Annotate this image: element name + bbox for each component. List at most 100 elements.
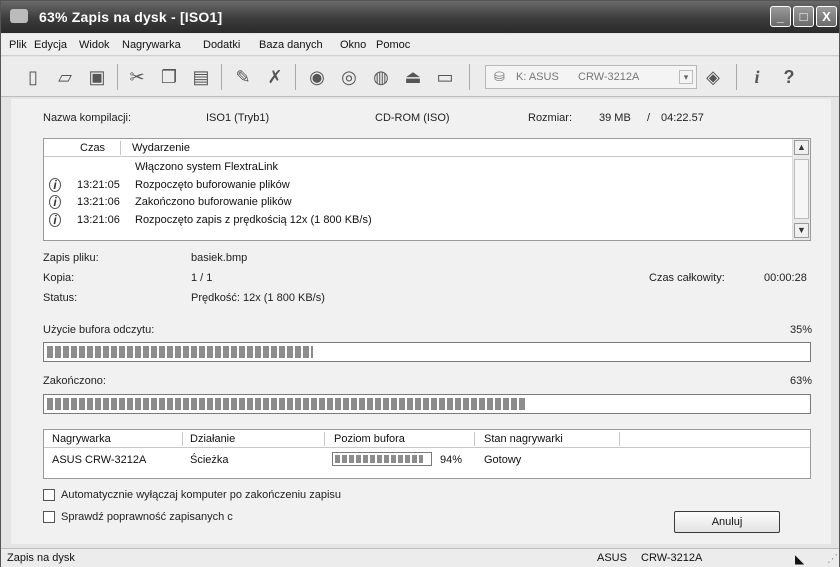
col-event[interactable]: Wydarzenie xyxy=(132,142,190,154)
menu-plik[interactable]: Plik xyxy=(9,39,27,51)
menu-dodatki[interactable]: Dodatki xyxy=(203,39,240,51)
buffer-label: Użycie bufora odczytu: xyxy=(43,324,155,336)
menu-baza-danych[interactable]: Baza danych xyxy=(259,39,323,51)
drive-tool-icon[interactable]: ◈ xyxy=(701,66,725,88)
column-divider xyxy=(120,141,121,155)
scroll-up-icon[interactable]: ▲ xyxy=(794,140,809,155)
open-folder-icon[interactable]: ▱ xyxy=(53,66,77,88)
toolbar-separator xyxy=(469,64,470,90)
col-buffer-level[interactable]: Poziom bufora xyxy=(334,433,405,445)
col-recorder-state[interactable]: Stan nagrywarki xyxy=(484,433,563,445)
disc-copy-icon[interactable]: ◎ xyxy=(337,66,361,88)
verify-checkbox-label[interactable]: Sprawdź poprawność zapisanych c xyxy=(61,511,233,523)
save-icon[interactable]: ▣ xyxy=(85,66,109,88)
status-text: Zapis na dysk xyxy=(7,552,75,564)
column-divider xyxy=(619,432,620,446)
recorder-table[interactable]: Nagrywarka Działanie Poziom bufora Stan … xyxy=(43,429,811,479)
log-time: 13:21:06 xyxy=(77,196,120,208)
toolbar: ▯ ▱ ▣ ✂ ❐ ▤ ✎ ✗ ◉ ◎ ◍ ⏏ ▭ ⛁ K: ASUS CRW-… xyxy=(1,57,839,97)
copy-value: 1 / 1 xyxy=(191,272,213,284)
log-entry: i 13:21:06 Rozpoczęto zapis z prędkością… xyxy=(44,213,792,229)
verify-checkbox[interactable] xyxy=(43,511,55,523)
shutdown-checkbox[interactable] xyxy=(43,489,55,501)
log-entry: Włączono system FlextraLink xyxy=(44,160,792,176)
log-time: 13:21:05 xyxy=(77,179,120,191)
new-document-icon[interactable]: ▯ xyxy=(21,66,45,88)
close-button[interactable]: X xyxy=(816,6,837,27)
size-value: 39 MB xyxy=(599,112,631,124)
drive-letter: K: ASUS xyxy=(516,71,559,83)
completed-percent: 63% xyxy=(790,375,813,387)
menu-bar: Plik Edycja Widok Nagrywarka Dodatki Baz… xyxy=(1,34,839,56)
col-action[interactable]: Działanie xyxy=(190,433,235,445)
chevron-down-icon[interactable]: ▾ xyxy=(679,70,693,84)
status-label: Status: xyxy=(43,292,78,304)
drive-status-icon: ◣ xyxy=(795,552,805,566)
total-time-label: Czas całkowity: xyxy=(649,272,725,284)
status-brand: ASUS xyxy=(597,552,627,564)
event-log[interactable]: Czas Wydarzenie Włączono system FlextraL… xyxy=(43,138,811,241)
log-event: Rozpoczęto zapis z prędkością 12x (1 800… xyxy=(135,214,372,226)
scroll-thumb[interactable] xyxy=(794,159,809,219)
event-log-header: Czas Wydarzenie xyxy=(44,139,792,157)
shutdown-checkbox-label[interactable]: Automatycznie wyłączaj komputer po zakoń… xyxy=(61,489,341,501)
file-value: basiek.bmp xyxy=(191,252,248,264)
total-time-value: 00:00:28 xyxy=(764,272,807,284)
menu-edycja[interactable]: Edycja xyxy=(34,39,67,51)
copy-icon[interactable]: ❐ xyxy=(157,66,181,88)
info-icon: i xyxy=(49,213,61,227)
recorder-state: Gotowy xyxy=(484,454,522,466)
col-recorder[interactable]: Nagrywarka xyxy=(52,433,111,445)
col-time[interactable]: Czas xyxy=(80,142,105,154)
log-event: Zakończono buforowanie plików xyxy=(135,196,292,208)
drive-select[interactable]: ⛁ K: ASUS CRW-3212A ▾ xyxy=(485,65,697,89)
log-event: Włączono system FlextraLink xyxy=(135,161,279,173)
edit-icon[interactable]: ✎ xyxy=(231,66,255,88)
buffer-progress-bar xyxy=(43,342,811,362)
eject-icon[interactable]: ⏏ xyxy=(401,66,425,88)
menu-widok[interactable]: Widok xyxy=(79,39,110,51)
size-label: Rozmiar: xyxy=(528,112,573,124)
cancel-button[interactable]: Anuluj xyxy=(674,511,780,533)
toolbar-separator xyxy=(295,64,296,90)
menu-okno[interactable]: Okno xyxy=(340,39,366,51)
file-label: Zapis pliku: xyxy=(43,252,99,264)
status-model: CRW-3212A xyxy=(641,552,703,564)
burn-icon[interactable]: ◉ xyxy=(305,66,329,88)
scroll-down-icon[interactable]: ▼ xyxy=(794,223,809,238)
disc-info-icon[interactable]: ◍ xyxy=(369,66,393,88)
title-bar: 63% Zapis na dysk - [ISO1] _ □ X xyxy=(1,1,839,33)
help-icon[interactable]: ? xyxy=(777,66,801,88)
buffer-progress-fill xyxy=(47,346,313,358)
size-separator: / xyxy=(647,112,651,124)
column-divider xyxy=(182,432,183,446)
status-value: Prędkość: 12x (1 800 KB/s) xyxy=(191,292,325,304)
folder-icon[interactable]: ▭ xyxy=(433,66,457,88)
completed-progress-fill xyxy=(47,398,526,410)
resize-grip-icon[interactable]: ⋰ xyxy=(827,552,838,565)
maximize-button[interactable]: □ xyxy=(793,6,814,27)
recorder-table-header: Nagrywarka Działanie Poziom bufora Stan … xyxy=(44,430,810,448)
erase-icon[interactable]: ✗ xyxy=(263,66,287,88)
cut-icon[interactable]: ✂ xyxy=(125,66,149,88)
status-bar: Zapis na dysk ASUS CRW-3212A ◣ ⋰ xyxy=(1,548,839,567)
log-time: 13:21:06 xyxy=(77,214,120,226)
recorder-action: Ścieżka xyxy=(190,454,229,466)
menu-pomoc[interactable]: Pomoc xyxy=(376,39,410,51)
buffer-percent: 35% xyxy=(790,324,813,336)
main-window: 63% Zapis na dysk - [ISO1] _ □ X Plik Ed… xyxy=(0,0,840,567)
recorder-buffer-fill xyxy=(335,455,423,463)
log-scrollbar[interactable]: ▲ ▼ xyxy=(792,139,810,240)
minimize-button[interactable]: _ xyxy=(770,6,791,27)
recorder-buffer-bar xyxy=(332,452,432,466)
completed-progress-bar xyxy=(43,394,811,414)
log-entry: i 13:21:06 Zakończono buforowanie plików xyxy=(44,195,792,211)
recorder-name: ASUS CRW-3212A xyxy=(52,454,147,466)
info-icon: i xyxy=(49,178,61,192)
info-icon[interactable]: i xyxy=(745,66,769,88)
drive-icon: ⛁ xyxy=(494,69,505,84)
menu-nagrywarka[interactable]: Nagrywarka xyxy=(122,39,181,51)
compilation-name: ISO1 (Tryb1) xyxy=(206,112,270,124)
duration-value: 04:22.57 xyxy=(661,112,704,124)
paste-icon[interactable]: ▤ xyxy=(189,66,213,88)
